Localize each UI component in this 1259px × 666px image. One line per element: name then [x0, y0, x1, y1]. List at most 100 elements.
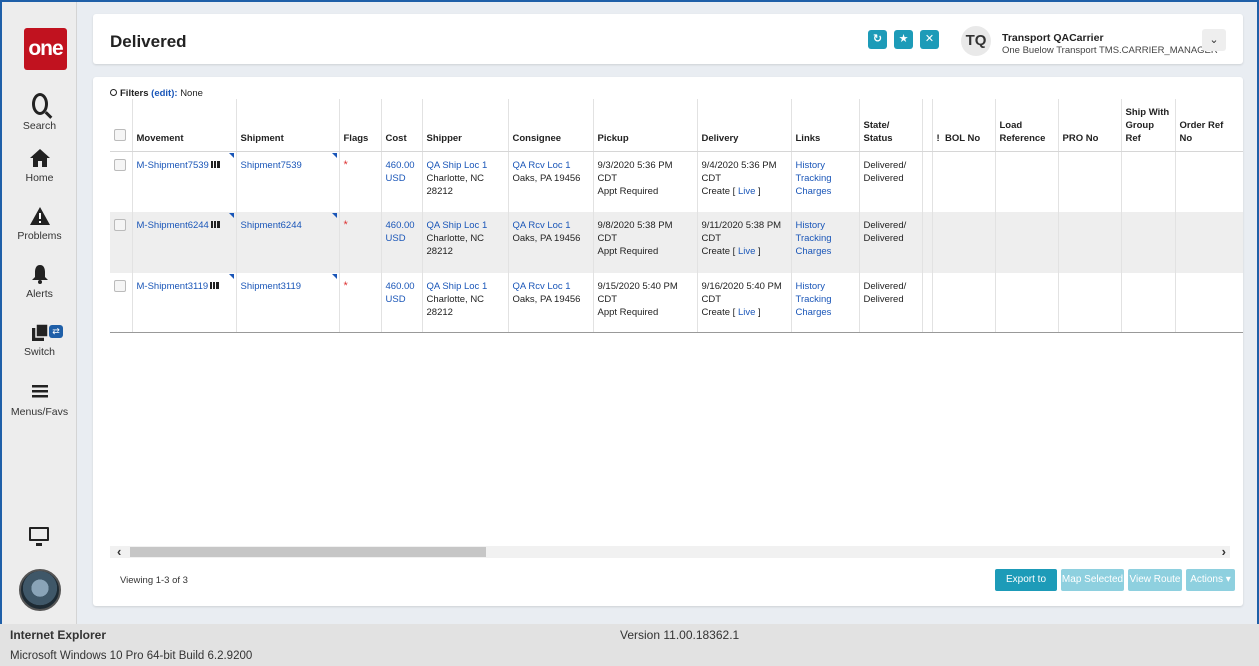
shipper-cell[interactable]: QA Ship Loc 1 Charlotte, NC 28212: [422, 212, 509, 273]
row-checkbox[interactable]: [114, 280, 126, 292]
view-route-button[interactable]: View Route: [1128, 569, 1182, 591]
shipper-cell[interactable]: QA Ship Loc 1 Charlotte, NC 28212: [422, 151, 509, 212]
scrollbar-thumb[interactable]: [130, 547, 486, 557]
column-header[interactable]: Flags: [339, 99, 382, 152]
shipment-link[interactable]: Shipment6244: [241, 220, 302, 231]
user-menu-button[interactable]: ⌄: [1202, 29, 1226, 51]
actions-dropdown[interactable]: Actions ▾: [1186, 569, 1235, 591]
column-header[interactable]: PRO No: [1058, 99, 1122, 152]
consignee-link[interactable]: QA Rcv Loc 1: [513, 220, 571, 231]
row-select-cell[interactable]: [110, 151, 133, 212]
cost-currency[interactable]: USD: [386, 294, 406, 305]
column-header[interactable]: Cost: [381, 99, 423, 152]
export-csv-button[interactable]: Export to CSV: [995, 569, 1057, 606]
column-header[interactable]: Consignee: [508, 99, 594, 152]
cost-currency[interactable]: USD: [386, 233, 406, 244]
movement-link[interactable]: M-Shipment7539: [137, 160, 209, 171]
column-header[interactable]: Load Reference: [995, 99, 1059, 152]
links-cell[interactable]: History Tracking Charges: [791, 273, 860, 333]
sidebar-item-search[interactable]: Search: [2, 90, 77, 132]
shipment-link[interactable]: Shipment3119: [241, 281, 302, 292]
map-icon[interactable]: [210, 221, 220, 228]
consignee-cell[interactable]: QA Rcv Loc 1 Oaks, PA 19456: [508, 273, 594, 333]
sidebar-item-menus-favs[interactable]: Menus/Favs: [2, 382, 77, 418]
map-icon[interactable]: [210, 160, 220, 168]
column-header[interactable]: Links: [791, 99, 860, 152]
column-header[interactable]: Ship With Group Ref: [1121, 99, 1176, 152]
column-header[interactable]: Pickup: [593, 99, 698, 152]
shipment-cell[interactable]: Shipment6244: [236, 212, 340, 273]
refresh-button[interactable]: ↻: [868, 30, 887, 49]
column-header[interactable]: Order Ref No: [1175, 99, 1243, 152]
cost-cell[interactable]: 460.00 USD: [381, 212, 423, 273]
cost-cell[interactable]: 460.00 USD: [381, 151, 423, 212]
tracking-link[interactable]: Tracking: [796, 233, 832, 244]
consignee-link[interactable]: QA Rcv Loc 1: [513, 160, 571, 171]
table-row[interactable]: M-Shipment3119 Shipment3119 * 460.00 USD …: [110, 273, 1243, 333]
shipper-link[interactable]: QA Ship Loc 1: [427, 281, 488, 292]
scroll-right-icon[interactable]: ›: [1222, 544, 1226, 559]
movement-cell[interactable]: M-Shipment6244: [132, 212, 237, 273]
column-header[interactable]: Shipper: [422, 99, 509, 152]
user-avatar[interactable]: TQ: [961, 26, 991, 56]
charges-link[interactable]: Charges: [796, 186, 832, 197]
movement-cell[interactable]: M-Shipment7539: [132, 151, 237, 212]
close-button[interactable]: ✕: [920, 30, 939, 49]
cost-amount[interactable]: 460.00: [386, 220, 415, 231]
live-link[interactable]: Live: [738, 186, 755, 197]
row-checkbox[interactable]: [114, 219, 126, 231]
shipper-link[interactable]: QA Ship Loc 1: [427, 220, 488, 231]
links-cell[interactable]: History Tracking Charges: [791, 212, 860, 273]
live-link[interactable]: Live: [738, 307, 755, 318]
cost-currency[interactable]: USD: [386, 173, 406, 184]
live-link[interactable]: Live: [738, 246, 755, 257]
movement-link[interactable]: M-Shipment6244: [137, 220, 209, 231]
consignee-cell[interactable]: QA Rcv Loc 1 Oaks, PA 19456: [508, 212, 594, 273]
favorite-button[interactable]: ★: [894, 30, 913, 49]
table-row[interactable]: M-Shipment7539 Shipment7539 * 460.00 USD …: [110, 151, 1243, 212]
map-selected-button[interactable]: Map Selected: [1061, 569, 1124, 591]
row-select-cell[interactable]: [110, 273, 133, 333]
column-header[interactable]: Movement: [132, 99, 237, 152]
sidebar-item-home[interactable]: Home: [2, 148, 77, 184]
consignee-link[interactable]: QA Rcv Loc 1: [513, 281, 571, 292]
shipper-link[interactable]: QA Ship Loc 1: [427, 160, 488, 171]
charges-link[interactable]: Charges: [796, 246, 832, 257]
horizontal-scrollbar[interactable]: ‹ ›: [110, 544, 1230, 559]
sidebar-item-switch[interactable]: ⇄ Switch: [2, 322, 77, 358]
consignee-cell[interactable]: QA Rcv Loc 1 Oaks, PA 19456: [508, 151, 594, 212]
history-link[interactable]: History: [796, 160, 826, 171]
charges-link[interactable]: Charges: [796, 307, 832, 318]
sidebar-item-alerts[interactable]: Alerts: [2, 264, 77, 300]
select-all-checkbox[interactable]: [114, 128, 126, 141]
avatar[interactable]: [19, 569, 61, 611]
history-link[interactable]: History: [796, 281, 826, 292]
shipment-cell[interactable]: Shipment7539: [236, 151, 340, 212]
shipper-cell[interactable]: QA Ship Loc 1 Charlotte, NC 28212: [422, 273, 509, 333]
column-header[interactable]: Delivery: [697, 99, 792, 152]
cost-amount[interactable]: 460.00: [386, 281, 415, 292]
row-select-cell[interactable]: [110, 212, 133, 273]
links-cell[interactable]: History Tracking Charges: [791, 151, 860, 212]
shipment-link[interactable]: Shipment7539: [241, 160, 302, 171]
shipment-cell[interactable]: Shipment3119: [236, 273, 340, 333]
one-logo[interactable]: one: [24, 28, 67, 70]
column-header[interactable]: Shipment: [236, 99, 340, 152]
column-header[interactable]: State/ Status: [859, 99, 923, 152]
history-link[interactable]: History: [796, 220, 826, 231]
select-all-header[interactable]: [110, 99, 133, 152]
movement-link[interactable]: M-Shipment3119: [137, 281, 209, 292]
tracking-link[interactable]: Tracking: [796, 294, 832, 305]
tracking-link[interactable]: Tracking: [796, 173, 832, 184]
cost-amount[interactable]: 460.00: [386, 160, 415, 171]
column-header[interactable]: ! BOL No: [932, 99, 996, 152]
monitor-icon[interactable]: [29, 527, 49, 546]
table-row[interactable]: M-Shipment6244 Shipment6244 * 460.00 USD …: [110, 212, 1243, 273]
movement-cell[interactable]: M-Shipment3119: [132, 273, 237, 333]
cost-cell[interactable]: 460.00 USD: [381, 273, 423, 333]
scroll-left-icon[interactable]: ‹: [117, 544, 121, 559]
filters-edit-link[interactable]: (edit):: [151, 88, 177, 99]
row-checkbox[interactable]: [114, 158, 126, 171]
sidebar-item-problems[interactable]: Problems: [2, 206, 77, 242]
map-icon[interactable]: [210, 282, 220, 289]
